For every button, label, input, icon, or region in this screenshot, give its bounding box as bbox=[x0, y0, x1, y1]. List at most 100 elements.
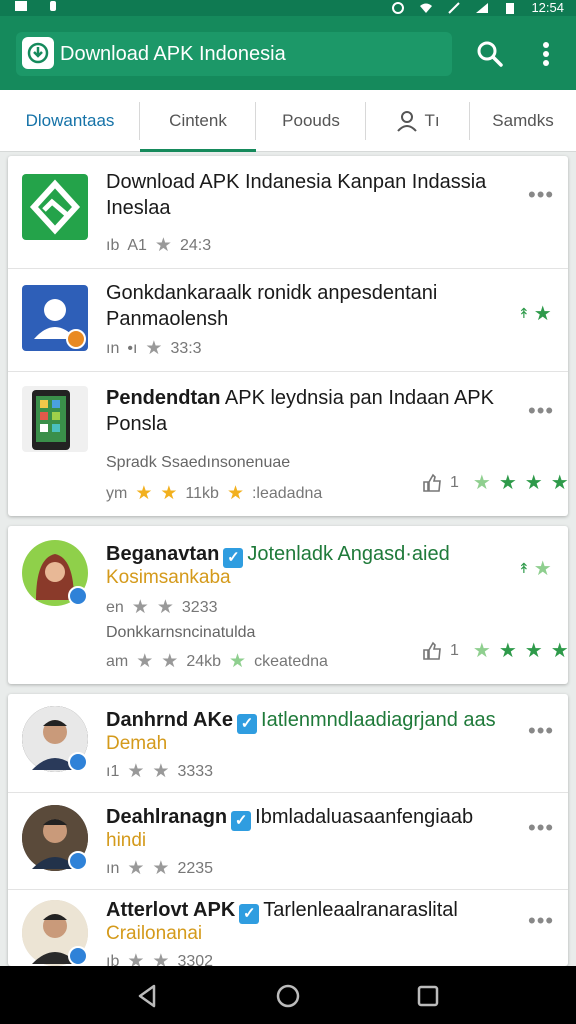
tab-bar: Dlowantaas Cintenk Poouds Tı Samdks bbox=[0, 90, 576, 152]
rating-text: 3302 bbox=[177, 952, 214, 967]
person-tagline: Ibmladaluasaanfengiaab bbox=[255, 806, 474, 828]
list-item[interactable]: Atterlovt APK ✓ Tarlenleaalranaraslital Cr… bbox=[8, 890, 568, 966]
size-text: 11kb bbox=[185, 484, 219, 502]
star-icon: ★ bbox=[131, 597, 149, 618]
star-icon: ★ bbox=[152, 951, 170, 966]
verified-icon: ✓ bbox=[231, 811, 252, 831]
star-icon: ★ bbox=[550, 472, 569, 494]
more-options-icon[interactable]: ••• bbox=[528, 720, 554, 742]
shield-notification-icon bbox=[50, 1, 56, 11]
meta-text: •ı bbox=[127, 339, 138, 357]
meta-text: ın bbox=[106, 859, 120, 877]
tab-samples[interactable]: Samdks bbox=[470, 90, 576, 152]
list-item[interactable]: Danhrnd AKe ✓ Iatlenmndlaadiagrjand aas De… bbox=[8, 694, 568, 792]
person-subtitle: Kosimsankaba bbox=[106, 567, 231, 588]
meta-text: ın bbox=[106, 339, 120, 357]
app-title-bar[interactable]: Download APK Indonesia bbox=[16, 32, 452, 76]
system-nav-bar bbox=[0, 966, 576, 1024]
tab-content[interactable]: Cintenk bbox=[140, 90, 256, 152]
app-icon bbox=[22, 386, 88, 452]
apps-card: Download APK Indanesia Kanpan Indassia I… bbox=[8, 156, 569, 516]
meta-text: en bbox=[106, 598, 124, 616]
recents-icon[interactable] bbox=[414, 982, 442, 1010]
star-icon: ★ bbox=[145, 338, 163, 359]
list-item[interactable]: Download APK Indanesia Kanpan Indassia I… bbox=[8, 156, 568, 268]
more-options-icon[interactable]: ••• bbox=[528, 184, 554, 206]
list-item[interactable]: Beganavtan ✓ Jotenladk Angasd·aied Kosimsa… bbox=[8, 526, 569, 684]
star-icon: ★ bbox=[472, 472, 491, 494]
tab-label: Poouds bbox=[282, 111, 340, 130]
verified-icon: ✓ bbox=[239, 904, 260, 924]
star-small-icon: ↟ bbox=[518, 305, 530, 321]
rating-stars: ↟ ★ bbox=[518, 556, 552, 581]
rating-text: 33:3 bbox=[170, 339, 202, 357]
app-icon bbox=[22, 285, 88, 351]
rating-text: 24:3 bbox=[179, 236, 212, 254]
more-options-icon[interactable]: ••• bbox=[528, 910, 554, 932]
app-name-line2: Ineslaa bbox=[106, 197, 171, 219]
person-subtitle: hindi bbox=[106, 830, 147, 851]
thumbs-up-icon[interactable] bbox=[422, 641, 442, 661]
avatar bbox=[22, 900, 88, 966]
person-tagline: Jotenladk Angasd·aied bbox=[247, 543, 450, 565]
star-icon: ★ bbox=[136, 651, 154, 672]
status-time: 12:54 bbox=[531, 0, 564, 15]
app-name: Gonkdankaraalk ronidk anpesdentani bbox=[106, 282, 438, 304]
verified-badge-icon bbox=[68, 946, 88, 966]
meta-text: ym bbox=[106, 484, 128, 502]
star-icon: ★ bbox=[550, 640, 569, 662]
star-icon: ★ bbox=[498, 640, 517, 662]
person-name: Danhrnd AKe ✓ Iatlenmndlaadiagrjand aas bbox=[106, 708, 496, 734]
app-name: Pendendtan APK leydnsia pan Indaan APK bbox=[106, 386, 494, 410]
star-icon: ★ bbox=[524, 640, 543, 662]
person-meta: ın ★ ★ 2235 bbox=[106, 857, 213, 880]
rating-text: 3233 bbox=[181, 598, 218, 616]
more-options-icon[interactable]: ••• bbox=[528, 400, 554, 422]
status-bar: 12:54 bbox=[0, 0, 576, 16]
home-icon[interactable] bbox=[274, 982, 302, 1010]
app-meta: ın •ı ★ 33:3 bbox=[106, 337, 202, 360]
tab-products[interactable]: Poouds bbox=[256, 90, 366, 152]
more-vert-icon[interactable] bbox=[532, 38, 560, 70]
star-icon: ★ bbox=[229, 651, 247, 672]
verified-icon: ✓ bbox=[237, 714, 258, 734]
star-icon: ★ bbox=[533, 303, 552, 325]
star-icon: ★ bbox=[127, 858, 145, 879]
list-item[interactable]: Gonkdankaraalk ronidk anpesdentani Panma… bbox=[8, 269, 568, 371]
more-options-icon[interactable]: ••• bbox=[528, 817, 554, 839]
search-icon[interactable] bbox=[474, 38, 506, 70]
app-description: Spradk Ssaedınsonenuae bbox=[106, 454, 291, 471]
star-icon: ★ bbox=[160, 483, 178, 504]
app-name-bold: Pendendtan bbox=[106, 387, 221, 409]
app-icon bbox=[22, 174, 88, 240]
avatar bbox=[22, 805, 88, 871]
star-icon: ★ bbox=[533, 558, 552, 580]
meta-text: A1 bbox=[127, 236, 147, 254]
star-icon: ★ bbox=[127, 951, 145, 966]
verified-badge-icon bbox=[68, 851, 88, 871]
meta-text: ıb bbox=[106, 236, 120, 254]
person-name: Deahlranagn ✓ Ibmladaluasaanfengiaab bbox=[106, 805, 473, 831]
phone-icon bbox=[32, 390, 70, 450]
no-signal-icon bbox=[448, 1, 461, 14]
tab-profile[interactable]: Tı bbox=[366, 90, 470, 152]
app-meta: ıb A1 ★ 24:3 bbox=[106, 234, 211, 257]
verified-badge-icon bbox=[68, 586, 88, 606]
tab-downloads[interactable]: Dlowantaas bbox=[0, 90, 140, 152]
person-card: Beganavtan ✓ Jotenladk Angasd·aied Kosimsa… bbox=[8, 526, 569, 684]
back-icon[interactable] bbox=[134, 982, 162, 1010]
person-meta: ı1 ★ ★ 3333 bbox=[106, 760, 213, 783]
download-logo-icon bbox=[27, 42, 49, 64]
person-subtitle: Demah bbox=[106, 733, 168, 754]
star-icon: ★ bbox=[161, 651, 179, 672]
rating-stars: 1 ★ ★ ★ ★ bbox=[422, 470, 569, 495]
like-count: 1 bbox=[450, 473, 459, 491]
signal-icon bbox=[476, 2, 489, 13]
person-tagline: Iatlenmndlaadiagrjand aas bbox=[261, 709, 496, 731]
thumbs-up-icon[interactable] bbox=[422, 473, 442, 493]
person-icon bbox=[397, 111, 418, 132]
list-item[interactable]: Deahlranagn ✓ Ibmladaluasaanfengiaab hindi… bbox=[8, 793, 568, 889]
list-item[interactable]: Pendendtan APK leydnsia pan Indaan APK P… bbox=[8, 372, 569, 516]
person-description: Donkkarnsncinatulda bbox=[106, 624, 256, 641]
app-logo bbox=[22, 37, 54, 69]
